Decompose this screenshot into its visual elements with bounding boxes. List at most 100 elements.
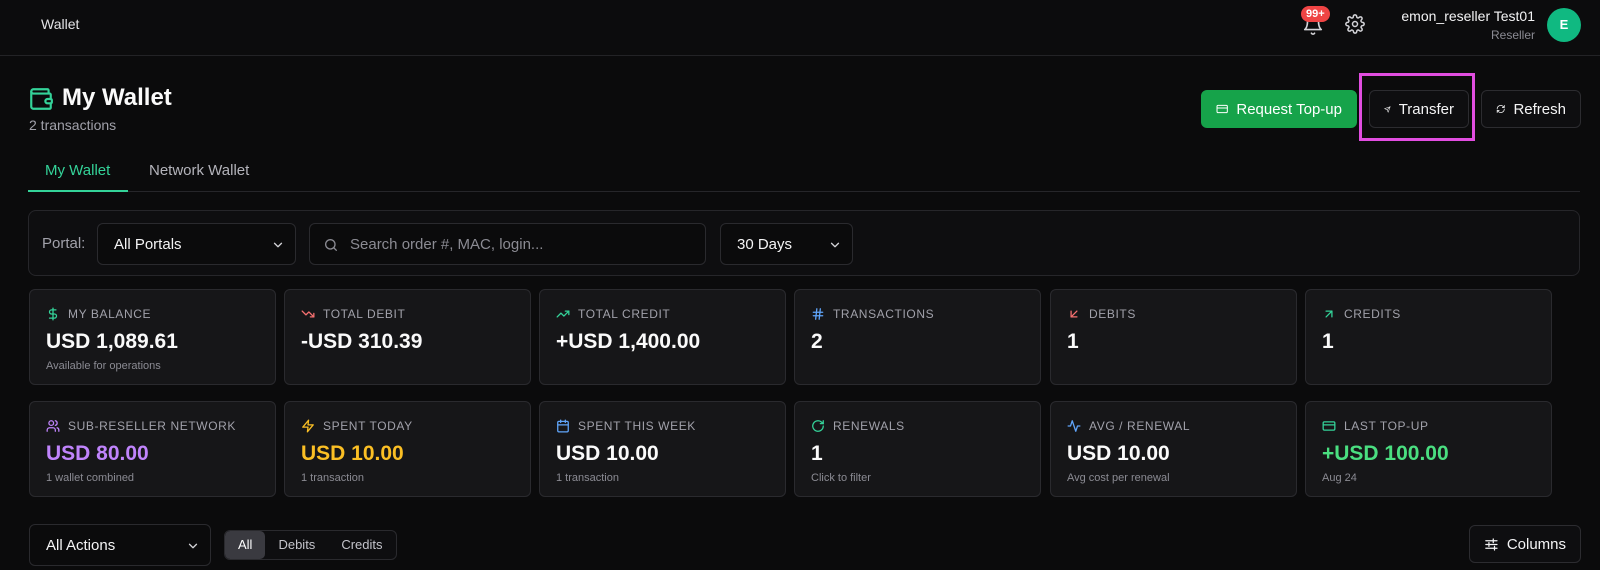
stat-card-renewals[interactable]: RENEWALS 1 Click to filter [794,401,1041,497]
type-filter-segmented: All Debits Credits [224,530,397,560]
card-label: DEBITS [1089,307,1136,321]
search-icon [325,239,337,251]
tab-my-wallet[interactable]: My Wallet [45,162,110,179]
user-role: Reseller [1490,28,1535,42]
refresh-icon [812,420,824,432]
stat-card-avg-renewal: AVG / RENEWAL USD 10.00 Avg cost per renew… [1050,401,1297,497]
portal-label: Portal: [42,235,86,252]
card-value: +USD 1,400.00 [556,330,701,353]
card-value: +USD 100.00 [1322,442,1449,465]
refresh-icon [1496,105,1505,113]
chevron-down-icon [830,242,840,248]
card-label: MY BALANCE [68,307,152,321]
card-value: USD 10.00 [556,442,659,465]
page-title: My Wallet [62,84,172,111]
card-label: SPENT THIS WEEK [578,419,696,433]
card-subtext: 1 wallet combined [46,472,135,484]
request-topup-button[interactable]: Request Top-up [1201,90,1357,128]
actions-select-value: All Actions [46,536,116,554]
stat-card-sub-reseller-network: SUB-RESELLER NETWORK USD 80.00 1 wallet co… [29,401,276,497]
notification-badge: 99+ [1301,6,1330,22]
date-range-select[interactable]: 30 Days [720,223,853,265]
card-subtext: 1 transaction [556,472,619,484]
activity-icon [1067,420,1081,432]
users-icon [46,420,60,432]
tab-bar: My Wallet Network Wallet [28,152,1580,192]
card-value: 2 [811,330,823,353]
tab-network-wallet[interactable]: Network Wallet [149,162,249,179]
card-header: MY BALANCE [46,307,151,321]
card-header: DEBITS [1067,307,1136,321]
stat-card-total-credit: TOTAL CREDIT +USD 1,400.00 [539,289,786,385]
filter-debits-button[interactable]: Debits [265,531,328,559]
arrow-up-right-icon [1325,310,1333,318]
date-range-value: 30 Days [737,235,793,253]
card-subtext: 1 transaction [301,472,364,484]
card-header: SUB-RESELLER NETWORK [46,419,236,433]
stat-card-total-debit: TOTAL DEBIT -USD 310.39 [284,289,531,385]
card-header: TOTAL DEBIT [301,307,405,321]
card-header: TOTAL CREDIT [556,307,670,321]
card-label: TRANSACTIONS [833,307,935,321]
card-value: -USD 310.39 [301,330,423,353]
card-header: TRANSACTIONS [811,307,934,321]
wallet-icon [30,88,53,110]
credit-card-icon [1216,104,1228,114]
card-header: LAST TOP-UP [1322,419,1429,433]
portal-select-value: All Portals [114,235,182,253]
card-label: TOTAL DEBIT [323,307,406,321]
card-value: USD 80.00 [46,442,149,465]
dollar-icon [48,307,58,321]
transfer-label: Transfer [1398,100,1454,118]
card-header: SPENT THIS WEEK [556,419,696,433]
filter-credits-button[interactable]: Credits [328,531,395,559]
card-icon [1322,421,1336,431]
card-header: CREDITS [1322,307,1401,321]
search-box [309,223,706,265]
sliders-icon [1485,537,1498,551]
request-topup-label: Request Top-up [1236,100,1342,118]
card-header: AVG / RENEWAL [1067,419,1190,433]
card-value: USD 10.00 [1067,442,1170,465]
filter-all-button[interactable]: All [225,531,266,559]
refresh-button[interactable]: Refresh [1481,90,1581,128]
gear-icon[interactable] [1345,14,1365,34]
card-value: 1 [1067,330,1079,353]
stat-card-my-balance: MY BALANCE USD 1,089.61 Available for oper… [29,289,276,385]
transfer-button[interactable]: Transfer [1369,90,1469,128]
card-value: USD 10.00 [301,442,404,465]
active-tab-indicator [28,190,128,192]
card-header: RENEWALS [811,419,905,433]
card-label: SUB-RESELLER NETWORK [68,419,237,433]
trending-down-icon [301,310,315,318]
card-value: USD 1,089.61 [46,330,178,353]
portal-select[interactable]: All Portals [97,223,296,265]
card-subtext: Available for operations [46,360,161,372]
arrow-down-left-icon [1070,310,1078,318]
stat-card-credits: CREDITS 1 [1305,289,1552,385]
send-icon [1384,105,1391,113]
columns-button[interactable]: Columns [1469,525,1581,563]
chevron-down-icon [188,543,198,549]
card-label: TOTAL CREDIT [578,307,671,321]
trending-up-icon [556,310,570,318]
card-label: SPENT TODAY [323,419,413,433]
user-name[interactable]: emon_reseller Test01 [1401,8,1535,24]
chevron-down-icon [273,242,283,248]
card-label: LAST TOP-UP [1344,419,1429,433]
card-label: RENEWALS [833,419,905,433]
search-input[interactable] [350,224,690,264]
card-value: 1 [1322,330,1334,353]
avatar[interactable]: E [1547,8,1581,42]
hash-icon [812,308,824,320]
card-header: SPENT TODAY [301,419,413,433]
stat-card-debits: DEBITS 1 [1050,289,1297,385]
card-subtext: Aug 24 [1322,472,1357,484]
card-label: CREDITS [1344,307,1401,321]
topbar-title: Wallet [41,16,80,32]
card-subtext: Click to filter [811,472,871,484]
card-label: AVG / RENEWAL [1089,419,1191,433]
bolt-icon [302,419,314,433]
stat-card-transactions: TRANSACTIONS 2 [794,289,1041,385]
actions-select[interactable]: All Actions [29,524,211,566]
